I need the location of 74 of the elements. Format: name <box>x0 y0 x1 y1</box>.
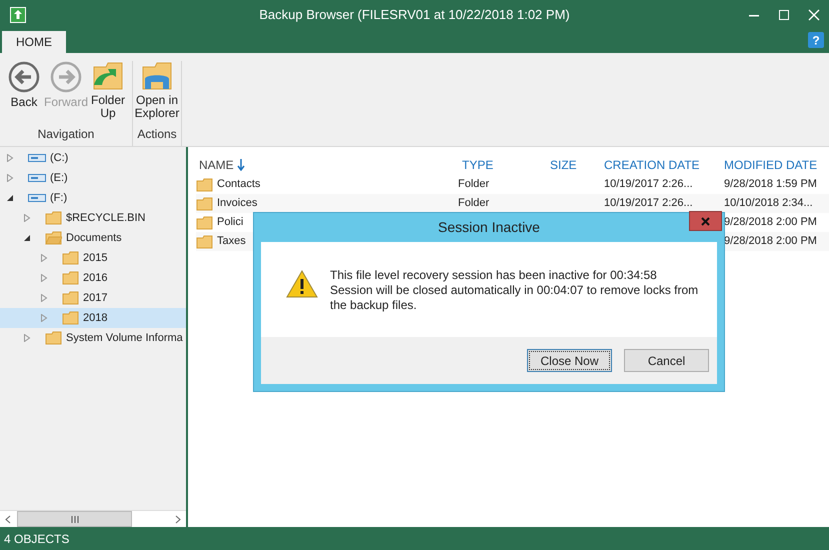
folder-icon <box>45 211 62 225</box>
expand-arrow-icon[interactable] <box>6 154 14 162</box>
table-cell-text: Invoices <box>217 196 258 212</box>
table-cell-text: 9/28/2018 2:00 PM <box>724 234 818 250</box>
table-cell-text: Folder <box>458 196 490 212</box>
expand-arrow-icon[interactable] <box>23 214 31 222</box>
table-cell-text: Folder <box>458 177 490 192</box>
table-cell-text: Polici <box>217 215 244 230</box>
folder-icon <box>62 291 79 305</box>
expand-arrow-icon[interactable] <box>6 174 14 182</box>
group-label: Actions <box>137 126 177 143</box>
column-header[interactable]: TYPE <box>462 156 550 174</box>
column-header[interactable]: CREATION DATE <box>604 156 724 174</box>
tree-item[interactable]: Documents <box>0 228 186 248</box>
tree-item[interactable]: 2016 <box>0 268 186 288</box>
ribbon-button[interactable]: Folder Up <box>87 61 129 120</box>
drive-icon <box>28 174 46 182</box>
tree-item[interactable]: 2017 <box>0 288 186 308</box>
ribbon-button[interactable]: Back <box>3 61 45 120</box>
table-cell-text: 10/10/2018 2:34... <box>724 196 814 212</box>
ribbon-tab[interactable]: HOME <box>2 31 66 53</box>
table-cell-text: Taxes <box>217 234 246 250</box>
tree-item[interactable]: (F:) <box>0 188 186 208</box>
dialog-title: Session Inactive <box>438 218 540 237</box>
sort-down-icon <box>236 159 245 171</box>
drive-icon <box>28 194 46 202</box>
expand-arrow-icon[interactable] <box>40 254 48 262</box>
grip-icon <box>70 516 78 522</box>
ribbon-button[interactable]: Open in Explorer <box>136 61 178 120</box>
expand-arrow-icon[interactable] <box>40 294 48 302</box>
folder-icon <box>196 178 213 192</box>
folder-icon <box>196 234 213 248</box>
warning-icon <box>286 270 318 298</box>
tree-item[interactable]: (C:) <box>0 148 186 168</box>
dialog-message: This file level recovery session has been inactive for 00:34:58 <box>330 268 658 283</box>
window-title: Backup Browser (FILESRV01 at 10/22/2018 1:02 PM) <box>259 6 570 24</box>
folder-icon <box>62 251 79 265</box>
horizontal-scrollbar[interactable] <box>0 510 186 527</box>
dialog-button[interactable]: Cancel <box>624 349 709 372</box>
column-header[interactable]: SIZE <box>550 156 604 174</box>
dialog-close-button[interactable] <box>689 211 722 231</box>
folder-icon <box>196 216 213 230</box>
tree-item[interactable]: $RECYCLE.BIN <box>0 208 186 228</box>
explorer-folder-icon <box>141 61 173 91</box>
folder-icon <box>196 196 213 210</box>
table-cell-text: 9/28/2018 2:00 PM <box>724 215 818 230</box>
expand-arrow-icon[interactable] <box>40 274 48 282</box>
group-label: Navigation <box>38 126 94 143</box>
collapse-arrow-icon[interactable] <box>6 194 14 202</box>
table-cell-text: 9/28/2018 1:59 PM <box>724 177 818 192</box>
tree-item[interactable]: 2018 <box>0 308 186 328</box>
table-cell-text: 10/19/2017 2:26... <box>604 196 694 212</box>
table-cell-text: Contacts <box>217 177 260 192</box>
column-header[interactable]: NAME <box>196 156 462 174</box>
status-text: 4 OBJECTS <box>4 530 70 548</box>
folder-icon <box>45 331 62 345</box>
tree-item[interactable]: (E:) <box>0 168 186 188</box>
scrollbar-thumb[interactable] <box>17 511 132 527</box>
expand-arrow-icon[interactable] <box>40 314 48 322</box>
dialog-message: Session will be closed automatically in 00:04:07 to remove locks from the backup files. <box>330 283 700 313</box>
drive-icon <box>28 154 46 162</box>
expand-arrow-icon[interactable] <box>23 334 31 342</box>
table-cell-text: 10/19/2017 2:26... <box>604 177 694 192</box>
folder-icon <box>62 311 79 325</box>
close-icon <box>701 216 710 226</box>
dialog-button[interactable]: Close Now <box>527 349 612 372</box>
folder-icon <box>45 231 62 245</box>
folder-up-icon <box>92 61 124 91</box>
tree-item[interactable]: System Volume Informa <box>0 328 186 348</box>
collapse-arrow-icon[interactable] <box>23 234 31 242</box>
folder-icon <box>62 271 79 285</box>
column-header[interactable]: MODIFIED DATE <box>724 156 829 174</box>
tree-item[interactable]: 2015 <box>0 248 186 268</box>
app-logo-icon <box>10 7 26 23</box>
